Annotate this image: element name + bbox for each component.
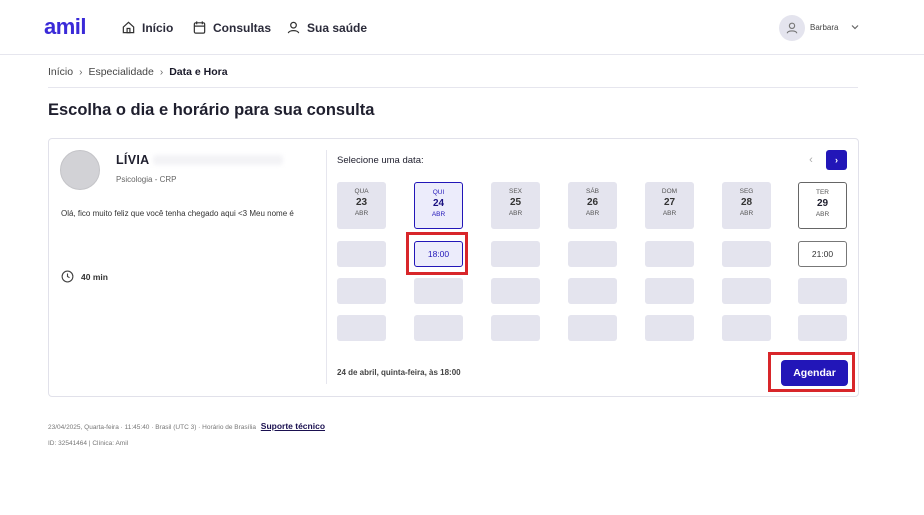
date-ter-29[interactable]: TER 29 ABR <box>798 182 847 229</box>
time-slot <box>645 241 694 267</box>
breadcrumb: Início › Especialidade › Data e Hora <box>48 66 228 78</box>
time-slot <box>798 315 847 341</box>
date-dow: TER <box>816 189 829 196</box>
professional-name-redacted <box>153 155 283 165</box>
time-slot <box>337 241 386 267</box>
breadcrumb-current: Data e Hora <box>169 66 228 78</box>
time-slot <box>568 278 617 304</box>
time-slot <box>645 278 694 304</box>
date-day: 25 <box>509 197 522 208</box>
time-slot <box>798 278 847 304</box>
next-week-button[interactable]: › <box>826 150 847 170</box>
breadcrumb-separator: › <box>159 66 164 78</box>
footer-ids: ID: 32541464 | Clínica: Amil <box>48 440 129 447</box>
clock-icon <box>61 270 74 283</box>
time-slot <box>568 241 617 267</box>
date-month: ABR <box>585 210 600 217</box>
prev-week-button[interactable]: ‹ <box>804 151 818 169</box>
nav-consultas[interactable]: Consultas <box>192 0 271 55</box>
breadcrumb-separator: › <box>79 66 83 78</box>
select-date-label: Selecione uma data: <box>337 155 424 166</box>
time-slot <box>337 278 386 304</box>
chevron-down-icon[interactable] <box>850 22 860 32</box>
footer-info: 23/04/2025, Quarta-feira · 11:45:40 · Br… <box>48 421 325 431</box>
date-qua-23[interactable]: QUA 23 ABR <box>337 182 386 229</box>
date-dow: QUA <box>354 188 369 195</box>
selection-summary: 24 de abril, quinta-feira, às 18:00 <box>337 368 461 377</box>
date-dom-27[interactable]: DOM 27 ABR <box>645 182 694 229</box>
amil-logo[interactable]: amil <box>44 14 87 40</box>
date-dow: SEG <box>739 188 754 195</box>
time-slot <box>491 315 540 341</box>
date-dow: DOM <box>661 188 678 195</box>
top-header: amil Início Consultas Sua saúde Barbara <box>0 0 924 55</box>
date-month: ABR <box>508 210 523 217</box>
home-icon <box>122 21 135 34</box>
date-dow: QUI <box>432 189 445 196</box>
divider <box>48 87 858 88</box>
time-slot <box>337 315 386 341</box>
time-slot <box>414 315 463 341</box>
date-day: 29 <box>816 198 829 209</box>
person-icon <box>287 21 300 34</box>
nav-inicio[interactable]: Início <box>121 0 173 55</box>
support-link[interactable]: Suporte técnico <box>261 421 325 431</box>
professional-name: LÍVIA <box>116 153 150 167</box>
time-slot <box>491 278 540 304</box>
professional-photo <box>60 150 100 190</box>
date-month: ABR <box>662 210 677 217</box>
breadcrumb-especialidade[interactable]: Especialidade <box>88 66 153 78</box>
time-slot-available[interactable]: 21:00 <box>798 241 847 267</box>
time-slot <box>645 315 694 341</box>
user-icon <box>786 22 798 34</box>
calendar-icon <box>193 21 206 34</box>
professional-description: Olá, fico muito feliz que você tenha che… <box>61 209 294 218</box>
date-seg-28[interactable]: SEG 28 ABR <box>722 182 771 229</box>
consult-duration: 40 min <box>61 270 108 283</box>
date-month: ABR <box>431 211 446 218</box>
nav-inicio-label: Início <box>142 20 174 35</box>
professional-specialty: Psicologia - CRP <box>116 175 177 184</box>
date-dow: SÁB <box>585 188 599 195</box>
date-sex-25[interactable]: SEX 25 ABR <box>491 182 540 229</box>
breadcrumb-inicio[interactable]: Início <box>48 66 73 78</box>
date-day: 26 <box>586 197 599 208</box>
highlight-box-agendar <box>768 352 855 392</box>
time-slot <box>491 241 540 267</box>
date-day: 23 <box>355 197 368 208</box>
time-slot <box>568 315 617 341</box>
date-day: 28 <box>740 197 753 208</box>
time-slot <box>722 315 771 341</box>
footer-datetime: 23/04/2025, Quarta-feira · 11:45:40 · Br… <box>48 424 256 431</box>
nav-consultas-label: Consultas <box>213 20 272 35</box>
highlight-box-time-slot <box>406 232 468 275</box>
date-dow: SEX <box>508 188 522 195</box>
avatar[interactable] <box>779 15 805 41</box>
date-month: ABR <box>815 211 830 218</box>
date-qui-24[interactable]: QUI 24 ABR <box>414 182 463 229</box>
date-day: 27 <box>663 197 676 208</box>
duration-label: 40 min <box>81 271 108 282</box>
time-slot <box>722 278 771 304</box>
date-month: ABR <box>354 210 369 217</box>
nav-sua-saude[interactable]: Sua saúde <box>286 0 367 55</box>
nav-sua-saude-label: Sua saúde <box>307 20 368 35</box>
user-name[interactable]: Barbara <box>810 23 838 32</box>
time-slot <box>722 241 771 267</box>
page-title: Escolha o dia e horário para sua consult… <box>48 101 375 119</box>
date-day: 24 <box>432 198 445 209</box>
card-divider <box>326 150 327 384</box>
date-month: ABR <box>739 210 754 217</box>
time-slot <box>414 278 463 304</box>
date-sab-26[interactable]: SÁB 26 ABR <box>568 182 617 229</box>
